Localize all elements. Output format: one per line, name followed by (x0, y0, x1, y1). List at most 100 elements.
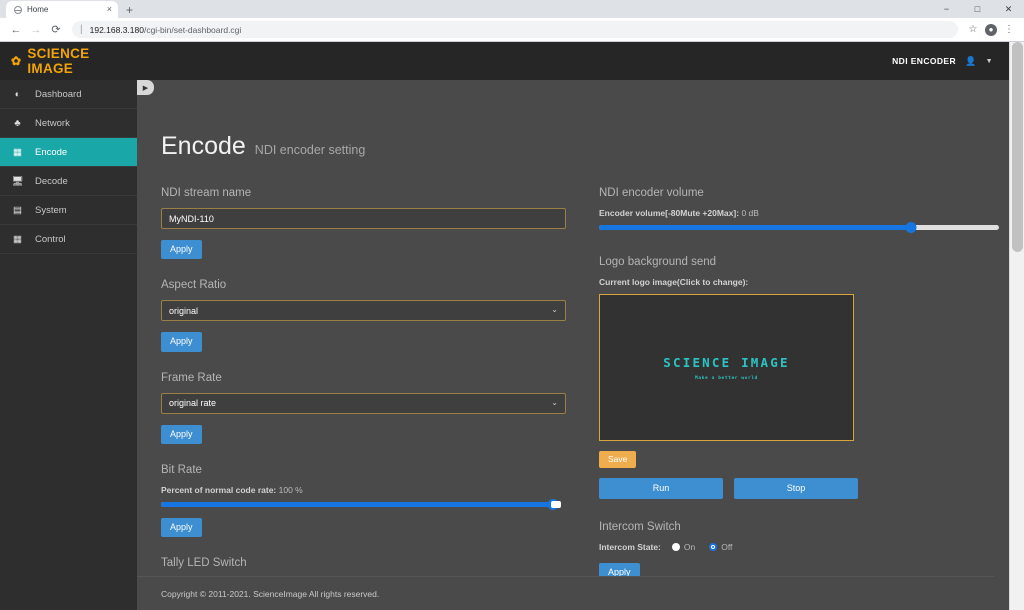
sidebar-item-label: Decode (35, 176, 68, 187)
section-encoder-volume: NDI encoder volume Encoder volume[-80Mut… (599, 187, 1009, 230)
sidebar-item-label: Control (35, 234, 66, 245)
server-icon: ▤ (11, 205, 24, 216)
section-title: Bit Rate (161, 464, 571, 476)
section-intercom-switch: Intercom Switch Intercom State: On Off (599, 521, 1009, 582)
footer: Copyright © 2011-2021. ScienceImage All … (137, 576, 994, 610)
apply-stream-name-button[interactable]: Apply (161, 240, 202, 259)
slider-fill (161, 502, 553, 507)
browser-tab[interactable]: Home × (6, 1, 118, 18)
sidebar-item-network[interactable]: ♣ Network (0, 109, 137, 138)
logo-image-sub-text: Make a better world (695, 376, 758, 381)
encoder-volume-slider[interactable] (599, 225, 999, 230)
url-host: 192.168.3.180 (90, 25, 144, 35)
frame-rate-select[interactable]: original rate (161, 393, 566, 414)
avatar: ● (985, 24, 997, 36)
apply-bit-rate-button[interactable]: Apply (161, 518, 202, 537)
slider-end-cap (551, 501, 561, 508)
ndi-stream-name-input[interactable] (161, 208, 566, 229)
copyright-text: Copyright © 2011-2021. ScienceImage All … (161, 589, 379, 599)
section-frame-rate: Frame Rate original rate ⌄ Apply (161, 372, 571, 444)
section-logo-background: Logo background send Current logo image(… (599, 256, 1009, 499)
sidebar-item-decode[interactable]: 🖥 Decode (0, 167, 137, 196)
section-bit-rate: Bit Rate Percent of normal code rate: 10… (161, 464, 571, 537)
section-title: NDI stream name (161, 187, 571, 199)
reload-icon[interactable]: ⟳ (46, 20, 66, 40)
apply-aspect-ratio-button[interactable]: Apply (161, 332, 202, 351)
dashboard-icon: ◐ (11, 89, 24, 100)
section-title: Frame Rate (161, 372, 571, 384)
globe-icon (14, 6, 22, 14)
sidebar-item-system[interactable]: ▤ System (0, 196, 137, 225)
intercom-option-off-label: Off (721, 542, 732, 552)
slider-fill (599, 225, 911, 230)
close-icon[interactable]: × (107, 5, 112, 14)
slider-knob[interactable] (906, 222, 917, 233)
page-header: Encode NDI encoder setting (137, 132, 1009, 161)
account-label: NDI ENCODER (892, 56, 956, 66)
intercom-radio-group: Intercom State: On Off (599, 542, 1009, 552)
radio-selected-icon (709, 543, 717, 551)
bookmark-star-icon[interactable]: ☆ (964, 21, 982, 39)
page-title: Encode (161, 132, 246, 161)
page-scrollbar[interactable] (1009, 42, 1024, 610)
brand-text: SCIENCE IMAGE (27, 46, 137, 76)
stop-button[interactable]: Stop (734, 478, 858, 499)
left-column: NDI stream name Apply Aspect Ratio origi… (161, 187, 571, 610)
sidebar-item-control[interactable]: ▦ Control (0, 225, 137, 254)
volume-label: Encoder volume[-80Mute +20Max]: (599, 208, 739, 218)
save-logo-button[interactable]: Save (599, 451, 636, 468)
bit-rate-readout: Percent of normal code rate: 100 % (161, 485, 571, 495)
run-button[interactable]: Run (599, 478, 723, 499)
sidebar-item-encode[interactable]: ▦ Encode (0, 138, 137, 167)
logo-action-buttons: Run Stop (599, 478, 1009, 499)
intercom-option-on[interactable]: On (672, 542, 695, 552)
sidebar-item-label: Dashboard (35, 89, 81, 100)
intercom-label: Intercom State: (599, 542, 661, 552)
logo-image-preview[interactable]: SCIENCE IMAGE Make a better world (599, 294, 854, 441)
intercom-option-off[interactable]: Off (709, 542, 732, 552)
section-ndi-stream-name: NDI stream name Apply (161, 187, 571, 259)
radio-unselected-icon (672, 543, 680, 551)
profile-avatar[interactable]: ● (982, 21, 1000, 39)
bit-rate-slider[interactable] (161, 502, 561, 507)
new-tab-button[interactable]: + (126, 4, 133, 16)
frame-rate-select-wrap: original rate ⌄ (161, 393, 566, 414)
window-controls: − □ ✕ (931, 0, 1024, 18)
aspect-ratio-select[interactable]: original (161, 300, 566, 321)
browser-tab-title: Home (27, 5, 102, 14)
address-bar[interactable]: | 192.168.3.180/cgi-bin/set-dashboard.cg… (72, 21, 958, 38)
apply-frame-rate-button[interactable]: Apply (161, 425, 202, 444)
sitemap-icon: ♣ (11, 118, 24, 129)
app-brand[interactable]: ✿ SCIENCE IMAGE (0, 46, 137, 76)
form-columns: NDI stream name Apply Aspect Ratio origi… (137, 161, 1009, 610)
app-topbar: ✿ SCIENCE IMAGE NDI ENCODER 👤 ▼ (0, 42, 1009, 80)
window-close-icon[interactable]: ✕ (993, 0, 1024, 18)
bit-rate-value: 100 % (279, 485, 303, 495)
bit-rate-label: Percent of normal code rate: (161, 485, 276, 495)
page-viewport: ✿ SCIENCE IMAGE NDI ENCODER 👤 ▼ ◐ Dashbo… (0, 42, 1024, 610)
section-title: NDI encoder volume (599, 187, 1009, 199)
logo-image-main-text: SCIENCE IMAGE (663, 355, 789, 370)
volume-value: 0 dB (741, 208, 759, 218)
scrollbar-thumb[interactable] (1012, 42, 1023, 252)
back-icon[interactable]: ← (6, 20, 26, 40)
section-title: Intercom Switch (599, 521, 1009, 533)
sidebar-item-label: System (35, 205, 67, 216)
account-menu[interactable]: NDI ENCODER 👤 ▼ (892, 56, 1009, 67)
omnibox-separator: | (80, 24, 83, 35)
section-title: Logo background send (599, 256, 1009, 268)
table-grid-icon: ▦ (11, 234, 24, 245)
chart-bar-icon: ▦ (11, 147, 24, 158)
chevron-down-icon: ▼ (986, 58, 993, 65)
sidebar-item-dashboard[interactable]: ◐ Dashboard (0, 80, 137, 109)
browser-menu-icon[interactable]: ⋮ (1000, 21, 1018, 39)
maximize-icon[interactable]: □ (962, 0, 993, 18)
sidebar-item-label: Encode (35, 147, 67, 158)
forward-icon[interactable]: → (26, 20, 46, 40)
user-icon: 👤 (965, 56, 977, 67)
volume-readout: Encoder volume[-80Mute +20Max]: 0 dB (599, 208, 1009, 218)
logo-hint-label: Current logo image(Click to change): (599, 277, 1009, 287)
minimize-icon[interactable]: − (931, 0, 962, 18)
url-path: /cgi-bin/set-dashboard.cgi (144, 25, 241, 35)
right-column: NDI encoder volume Encoder volume[-80Mut… (599, 187, 1009, 610)
